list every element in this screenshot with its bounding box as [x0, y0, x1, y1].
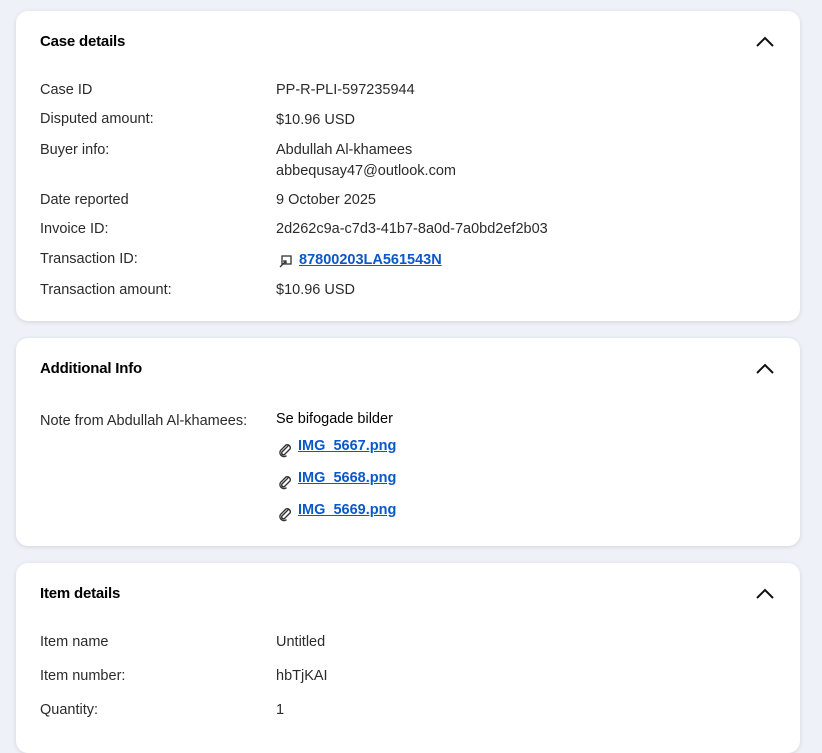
item-name-value: Untitled: [276, 634, 326, 650]
note-text: Se bifogade bilder: [276, 411, 393, 427]
quantity-value: 1: [276, 702, 285, 718]
paperclip-icon: [279, 444, 291, 458]
external-link-icon: [279, 255, 292, 268]
note-label: Note from Abdullah Al-khamees:: [40, 413, 248, 429]
quantity-label: Quantity:: [40, 702, 99, 718]
additional-info-card: Additional Info Note from Abdullah Al-kh…: [16, 338, 800, 546]
item-details-title: Item details: [40, 585, 121, 602]
case-details-card: Case details Case ID PP-R-PLI-597235944 …: [16, 11, 800, 321]
disputed-amount-label: Disputed amount:: [40, 111, 154, 127]
additional-info-header[interactable]: Additional Info: [16, 338, 800, 400]
transaction-id-label: Transaction ID:: [40, 251, 138, 267]
attachment-link[interactable]: IMG_5668.png: [298, 470, 396, 486]
disputed-amount-value: $10.96 USD: [276, 112, 355, 128]
case-id-value: PP-R-PLI-597235944: [276, 82, 415, 98]
item-details-header[interactable]: Item details: [16, 563, 800, 625]
buyer-email-value: abbequsay47@outlook.com: [276, 163, 456, 179]
transaction-amount-label: Transaction amount:: [40, 282, 172, 298]
chevron-up-icon[interactable]: [754, 33, 776, 51]
case-details-title: Case details: [40, 33, 126, 50]
transaction-amount-value: $10.96 USD: [276, 282, 355, 298]
item-number-value: hbTjKAI: [276, 668, 328, 684]
additional-info-title: Additional Info: [40, 360, 142, 377]
attachment-link[interactable]: IMG_5669.png: [298, 502, 396, 518]
case-details-header[interactable]: Case details: [16, 11, 800, 73]
chevron-up-icon[interactable]: [754, 585, 776, 603]
buyer-info-label: Buyer info:: [40, 142, 110, 158]
attachment-link[interactable]: IMG_5667.png: [298, 438, 396, 454]
date-reported-label: Date reported: [40, 192, 129, 208]
date-reported-value: 9 October 2025: [276, 192, 376, 208]
case-id-label: Case ID: [40, 82, 93, 98]
invoice-id-value: 2d262c9a-c7d3-41b7-8a0d-7a0bd2ef2b03: [276, 221, 548, 237]
buyer-name-value: Abdullah Al-khamees: [276, 142, 413, 158]
transaction-id-link[interactable]: 87800203LA561543N: [299, 252, 442, 268]
paperclip-icon: [279, 476, 291, 490]
item-details-card: Item details Item name Untitled Item num…: [16, 563, 800, 753]
chevron-up-icon[interactable]: [754, 360, 776, 378]
item-number-label: Item number:: [40, 668, 126, 684]
paperclip-icon: [279, 508, 291, 522]
item-name-label: Item name: [40, 634, 109, 650]
invoice-id-label: Invoice ID:: [40, 221, 109, 237]
